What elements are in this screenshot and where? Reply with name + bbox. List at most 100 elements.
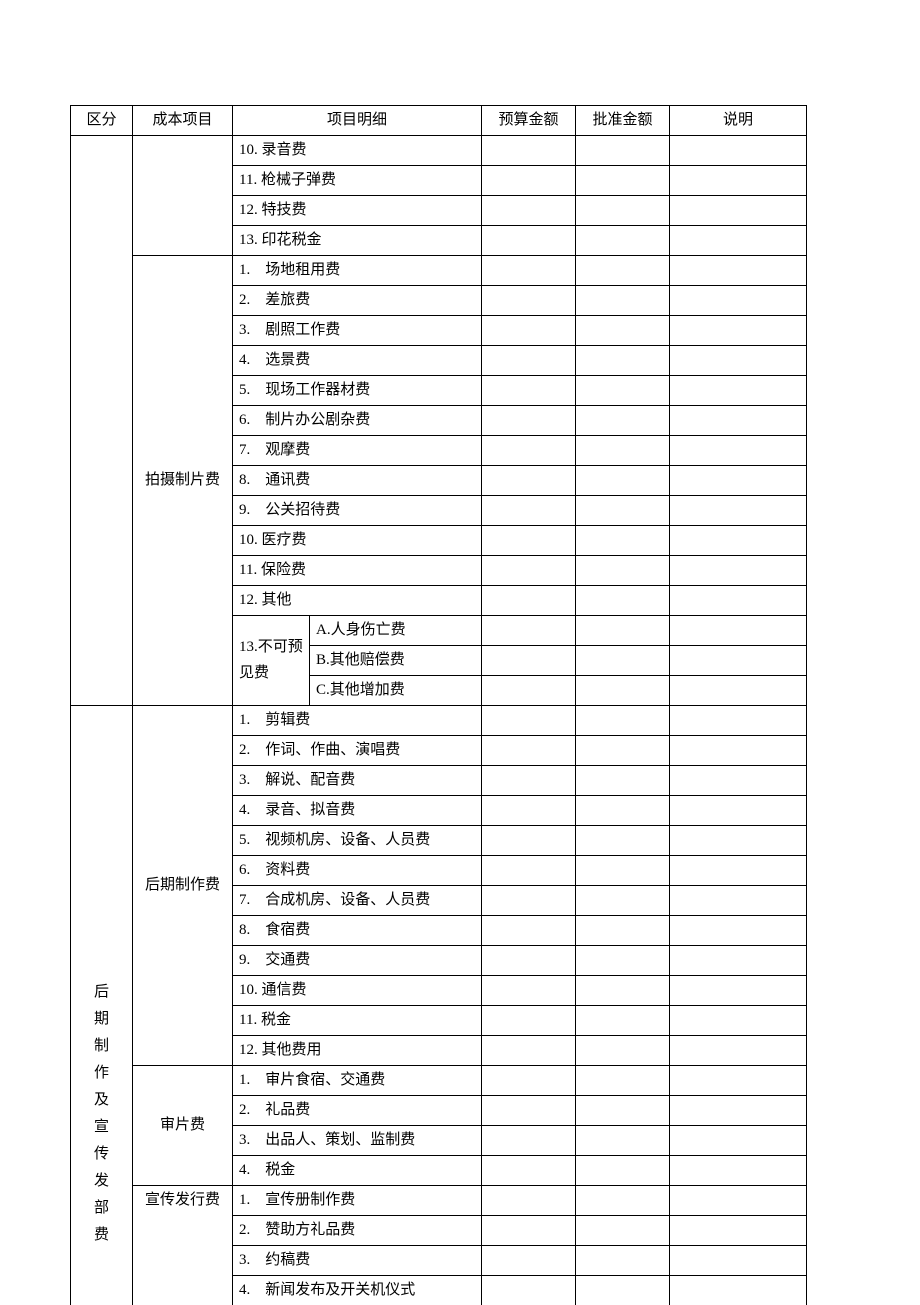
budget-cell <box>482 1246 576 1276</box>
detail-cell: 8. 食宿费 <box>233 916 482 946</box>
budget-cell <box>482 496 576 526</box>
header-note: 说明 <box>670 106 807 136</box>
header-category: 区分 <box>71 106 133 136</box>
approved-cell <box>576 1006 670 1036</box>
note-cell <box>670 1156 807 1186</box>
table-row: 审片费 1. 审片食宿、交通费 <box>71 1066 807 1096</box>
note-cell <box>670 406 807 436</box>
approved-cell <box>576 946 670 976</box>
note-cell <box>670 226 807 256</box>
approved-cell <box>576 466 670 496</box>
budget-cell <box>482 736 576 766</box>
budget-cell <box>482 766 576 796</box>
approved-cell <box>576 1066 670 1096</box>
detail-cell: C.其他增加费 <box>310 676 482 706</box>
detail-cell: 12. 特技费 <box>233 196 482 226</box>
note-cell <box>670 616 807 646</box>
detail-cell: 4. 税金 <box>233 1156 482 1186</box>
note-cell <box>670 916 807 946</box>
note-cell <box>670 796 807 826</box>
budget-cell <box>482 1096 576 1126</box>
note-cell <box>670 346 807 376</box>
budget-cell <box>482 466 576 496</box>
approved-cell <box>576 676 670 706</box>
category-cell-blank <box>71 136 133 706</box>
note-cell <box>670 1276 807 1305</box>
header-budget: 预算金额 <box>482 106 576 136</box>
detail-cell: 2. 礼品费 <box>233 1096 482 1126</box>
budget-cell <box>482 346 576 376</box>
note-cell <box>670 826 807 856</box>
detail-cell: 10. 通信费 <box>233 976 482 1006</box>
note-cell <box>670 946 807 976</box>
detail-cell: 4. 新闻发布及开关机仪式 <box>233 1276 482 1305</box>
detail-cell: 12. 其他 <box>233 586 482 616</box>
budget-cell <box>482 376 576 406</box>
detail-cell: 1. 剪辑费 <box>233 706 482 736</box>
approved-cell <box>576 406 670 436</box>
note-cell <box>670 1066 807 1096</box>
table-row: 后期制作及宣传发部费 后期制作费 1. 剪辑费 <box>71 706 807 736</box>
table-row: 10. 录音费 <box>71 136 807 166</box>
table-header-row: 区分 成本项目 项目明细 预算金额 批准金额 说明 <box>71 106 807 136</box>
budget-cell <box>482 166 576 196</box>
approved-cell <box>576 1186 670 1216</box>
note-cell <box>670 1006 807 1036</box>
cost-item-promotion: 宣传发行费 <box>133 1186 233 1305</box>
table-row: 拍摄制片费 1. 场地租用费 <box>71 256 807 286</box>
approved-cell <box>576 376 670 406</box>
budget-cell <box>482 676 576 706</box>
budget-cell <box>482 196 576 226</box>
detail-cell: 13. 印花税金 <box>233 226 482 256</box>
budget-cell <box>482 1156 576 1186</box>
detail-cell: 5. 现场工作器材费 <box>233 376 482 406</box>
budget-cell <box>482 436 576 466</box>
cost-item-post-production: 后期制作费 <box>133 706 233 1066</box>
note-cell <box>670 1186 807 1216</box>
detail-cell: 2. 赞助方礼品费 <box>233 1216 482 1246</box>
budget-cell <box>482 826 576 856</box>
approved-cell <box>576 526 670 556</box>
detail-cell: 6. 制片办公剧杂费 <box>233 406 482 436</box>
cost-item-shooting: 拍摄制片费 <box>133 256 233 706</box>
detail-cell: 11. 枪械子弹费 <box>233 166 482 196</box>
note-cell <box>670 376 807 406</box>
note-cell <box>670 856 807 886</box>
approved-cell <box>576 916 670 946</box>
budget-cell <box>482 946 576 976</box>
detail-cell: 4. 录音、拟音费 <box>233 796 482 826</box>
detail-cell: 7. 观摩费 <box>233 436 482 466</box>
budget-cell <box>482 226 576 256</box>
note-cell <box>670 586 807 616</box>
note-cell <box>670 676 807 706</box>
detail-cell: 9. 交通费 <box>233 946 482 976</box>
detail-cell: 7. 合成机房、设备、人员费 <box>233 886 482 916</box>
detail-cell: 12. 其他费用 <box>233 1036 482 1066</box>
approved-cell <box>576 1126 670 1156</box>
detail-cell: 1. 审片食宿、交通费 <box>233 1066 482 1096</box>
note-cell <box>670 166 807 196</box>
approved-cell <box>576 736 670 766</box>
detail-cell: 3. 约稿费 <box>233 1246 482 1276</box>
table-row: 宣传发行费 1. 宣传册制作费 <box>71 1186 807 1216</box>
approved-cell <box>576 1036 670 1066</box>
approved-cell <box>576 1246 670 1276</box>
approved-cell <box>576 646 670 676</box>
budget-cell <box>482 856 576 886</box>
detail-cell: 3. 出品人、策划、监制费 <box>233 1126 482 1156</box>
approved-cell <box>576 976 670 1006</box>
detail-cell: A.人身伤亡费 <box>310 616 482 646</box>
note-cell <box>670 1216 807 1246</box>
note-cell <box>670 256 807 286</box>
note-cell <box>670 316 807 346</box>
budget-cell <box>482 406 576 436</box>
detail-cell: 10. 医疗费 <box>233 526 482 556</box>
note-cell <box>670 436 807 466</box>
detail-cell: 3. 剧照工作费 <box>233 316 482 346</box>
approved-cell <box>576 136 670 166</box>
approved-cell <box>576 616 670 646</box>
detail-cell: 1. 宣传册制作费 <box>233 1186 482 1216</box>
cost-item-review: 审片费 <box>133 1066 233 1186</box>
detail-cell-unforeseen-label: 13.不可预见费 <box>233 616 310 706</box>
approved-cell <box>576 496 670 526</box>
